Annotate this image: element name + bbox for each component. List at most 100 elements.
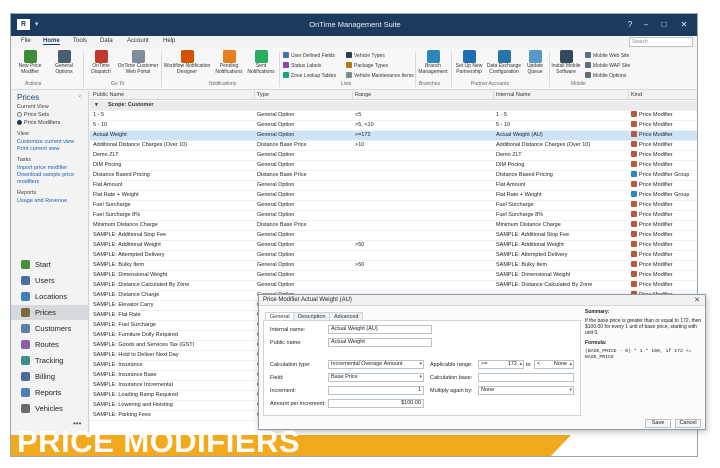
range-end-field[interactable]: < None ▴ bbox=[534, 360, 574, 369]
mobile-wap-site-button[interactable]: Mobile WAP Site bbox=[585, 62, 630, 69]
help-icon[interactable]: ? bbox=[623, 18, 637, 31]
mobile-options-button[interactable]: Mobile Options bbox=[585, 72, 626, 79]
nav-reports[interactable]: Reports bbox=[11, 385, 88, 400]
group-mobile: Mobile bbox=[571, 81, 586, 87]
data-exchange-button[interactable]: Data Exchange Configuration bbox=[485, 50, 523, 75]
print-view-link[interactable]: Print current view bbox=[17, 146, 60, 153]
internal-name-cell: Fuel Surcharge bbox=[496, 202, 534, 208]
table-row[interactable]: DIM Pricing General Option DIM Pricing Pric… bbox=[90, 161, 697, 171]
table-row[interactable]: SAMPLE: Dimensional Weight General Option… bbox=[90, 271, 697, 281]
sent-notifications-button[interactable]: Sent Notifications bbox=[245, 50, 277, 75]
table-row[interactable]: SAMPLE: Distance Calculated By Zone Gener… bbox=[90, 281, 697, 291]
general-options-button[interactable]: General Options bbox=[49, 50, 79, 75]
nav-routes[interactable]: Routes bbox=[11, 337, 88, 352]
minimize-icon[interactable]: – bbox=[639, 18, 653, 31]
tasks-label: Tasks bbox=[17, 157, 32, 163]
cancel-button[interactable]: Cancel bbox=[675, 419, 701, 428]
amount-field[interactable]: $100.00 bbox=[328, 399, 424, 408]
tab-account[interactable]: Account bbox=[127, 38, 149, 44]
table-row[interactable]: 5 - 10 General Option >5, <10 5 - 10 Price M… bbox=[90, 121, 697, 131]
collapse-icon[interactable]: ‹ bbox=[79, 94, 81, 100]
column-range[interactable]: Range bbox=[355, 92, 371, 98]
radio-price-sets[interactable]: Price Sets bbox=[17, 112, 49, 118]
group-row[interactable]: ▾ Scope: Customer bbox=[90, 101, 697, 111]
type-cell: General Option bbox=[257, 252, 295, 258]
package-types-button[interactable]: Package Types bbox=[346, 62, 388, 69]
tab-data[interactable]: Data bbox=[100, 38, 113, 44]
column-internal-name[interactable]: Internal Name bbox=[496, 92, 531, 98]
new-partnership-button[interactable]: Set Up New Partnership bbox=[453, 50, 485, 75]
column-public-name[interactable]: Public Name bbox=[93, 92, 124, 98]
vehicle-types-button[interactable]: Vehicle Types bbox=[346, 52, 385, 59]
increment-field[interactable]: 1 bbox=[328, 386, 424, 395]
vehicle-maintenance-button[interactable]: Vehicle Maintenance Items bbox=[346, 72, 414, 79]
table-row[interactable]: Minimum Distance Charge Distance Base Pri… bbox=[90, 221, 697, 231]
table-row[interactable]: Flat Rate + Weight General Option Flat Rat… bbox=[90, 191, 697, 201]
update-queue-button[interactable]: Update Queue bbox=[523, 50, 547, 75]
table-row[interactable]: SAMPLE: Additional Weight General Option >… bbox=[90, 241, 697, 251]
table-row[interactable]: SAMPLE: Bulky Item General Option >50 SAMPL… bbox=[90, 261, 697, 271]
table-row[interactable]: Fuel Surcharge General Option Fuel Surchar… bbox=[90, 201, 697, 211]
table-row[interactable]: Demo ZLT General Option Demo ZLT Price Modi… bbox=[90, 151, 697, 161]
maximize-icon[interactable]: □ bbox=[657, 18, 671, 31]
public-name-cell: SAMPLE: Insurance Base bbox=[93, 372, 157, 378]
kind-cell: Price Modifier bbox=[631, 271, 673, 280]
ontime-dispatch-button[interactable]: OnTime Dispatch bbox=[85, 50, 117, 75]
table-row[interactable]: 1 - 5 General Option <5 1 - 5 Price Modifier bbox=[90, 111, 697, 121]
tab-home[interactable]: Home bbox=[43, 38, 60, 45]
workflow-designer-button[interactable]: Workflow Notification Designer bbox=[163, 50, 211, 75]
nav-vehicles[interactable]: Vehicles bbox=[11, 401, 88, 416]
customer-web-portal-button[interactable]: OnTime Customer Web Portal bbox=[117, 50, 159, 75]
tab-tools[interactable]: Tools bbox=[73, 38, 87, 44]
multiply-select[interactable]: None ▾ bbox=[478, 386, 574, 395]
table-row[interactable]: SAMPLE: Additional Stop Fee General Optio… bbox=[90, 231, 697, 241]
routes-icon bbox=[21, 340, 30, 349]
calc-base-field[interactable] bbox=[478, 373, 574, 382]
nav-billing[interactable]: Billing bbox=[11, 369, 88, 384]
zone-lookup-tables-button[interactable]: Zone Lookup Tables bbox=[283, 72, 336, 79]
tab-help[interactable]: Help bbox=[163, 38, 175, 44]
tab-file[interactable]: File bbox=[21, 38, 31, 44]
column-kind[interactable]: Kind bbox=[631, 92, 642, 98]
status-labels-button[interactable]: Status Labels bbox=[283, 62, 321, 69]
internal-name-field[interactable]: Actual Weight (AU) bbox=[328, 325, 432, 334]
nav-users[interactable]: Users bbox=[11, 273, 88, 288]
calc-type-select[interactable]: Incremental Overage Amount ▾ bbox=[328, 360, 424, 369]
download-sample-link[interactable]: Download sample price modifiers bbox=[17, 172, 85, 185]
public-name-field[interactable]: Actual Weight bbox=[328, 338, 432, 347]
table-row[interactable]: Distance Based Pricing Distance Base Pric… bbox=[90, 171, 697, 181]
nav-tracking[interactable]: Tracking bbox=[11, 353, 88, 368]
pending-notifications-button[interactable]: Pending Notifications bbox=[213, 50, 245, 75]
radio-price-modifiers[interactable]: Price Modifiers bbox=[17, 120, 60, 126]
new-price-modifier-button[interactable]: New Price Modifier bbox=[15, 50, 45, 75]
save-button[interactable]: Save bbox=[645, 419, 671, 428]
branch-management-button[interactable]: Branch Management bbox=[417, 50, 449, 75]
user-defined-fields-button[interactable]: User Defined Fields bbox=[283, 52, 335, 59]
expand-icon[interactable]: ▾ bbox=[95, 101, 98, 110]
nav-customers[interactable]: Customers bbox=[11, 321, 88, 336]
install-mobile-button[interactable]: Install Mobile Software bbox=[551, 50, 581, 75]
group-partner-accounts: Partner Accounts bbox=[471, 81, 510, 87]
search-input[interactable]: Search bbox=[629, 37, 693, 47]
customers-icon bbox=[21, 324, 30, 333]
pending-notifications-label: Pending Notifications bbox=[215, 63, 243, 75]
dialog-close-icon[interactable]: ✕ bbox=[694, 295, 700, 306]
table-row[interactable]: Fuel Surcharge 8% General Option Fuel Surc… bbox=[90, 211, 697, 221]
price-modifier-icon bbox=[631, 281, 637, 287]
nav-prices[interactable]: Prices bbox=[11, 305, 88, 320]
nav-locations[interactable]: Locations bbox=[11, 289, 88, 304]
column-type[interactable]: Type bbox=[257, 92, 269, 98]
table-row[interactable]: SAMPLE: Attempted Delivery General Option… bbox=[90, 251, 697, 261]
customize-view-link[interactable]: Customize current view bbox=[17, 139, 74, 146]
mobile-web-site-button[interactable]: Mobile Web Site bbox=[585, 52, 629, 59]
import-modifier-link[interactable]: Import price modifier bbox=[17, 165, 67, 172]
table-row[interactable]: Additional Distance Charges (Over 10) Dis… bbox=[90, 141, 697, 151]
range-start-field[interactable]: >= 172 ▴ bbox=[478, 360, 524, 369]
close-icon[interactable]: ✕ bbox=[677, 18, 691, 31]
table-row[interactable]: Flat Amount General Option Flat Amount Pric… bbox=[90, 181, 697, 191]
usage-revenue-link[interactable]: Usage and Revenue bbox=[17, 198, 67, 205]
field-select[interactable]: Base Price ▾ bbox=[328, 373, 424, 382]
nav-start[interactable]: Start bbox=[11, 257, 88, 272]
internal-name-cell: 1 - 5 bbox=[496, 112, 508, 118]
table-row[interactable]: Actual Weight General Option >=172 Actual W… bbox=[90, 131, 697, 141]
